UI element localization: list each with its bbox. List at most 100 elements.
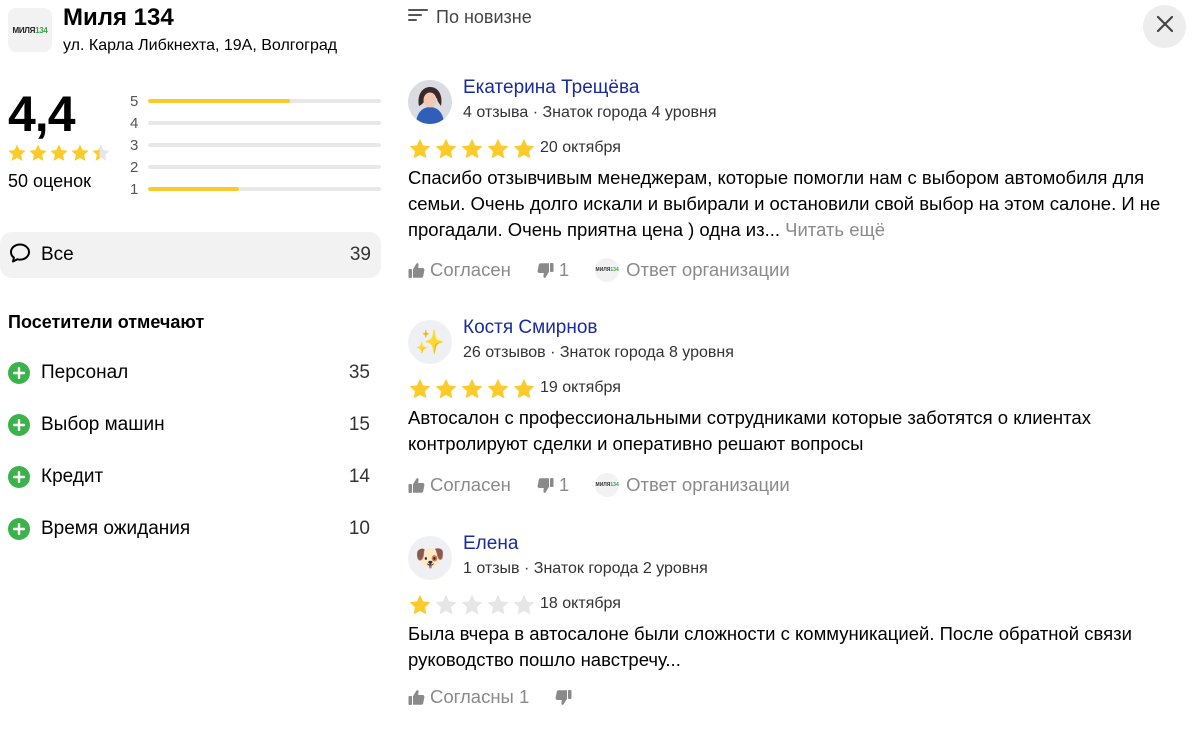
thumbs-down-icon: [555, 689, 572, 706]
org-name[interactable]: Миля 134: [63, 4, 174, 32]
org-answer-button[interactable]: МИЛЯ134 Ответ организации: [595, 258, 790, 282]
dislike-count: 1: [558, 474, 570, 495]
like-label: Согласен: [430, 259, 511, 280]
org-address: ул. Карла Либкнехта, 19А, Волгоград: [63, 37, 338, 54]
filter-all-button[interactable]: Все 39: [0, 232, 381, 278]
like-label: Согласны 1: [430, 686, 530, 707]
review-stars: [408, 377, 536, 401]
like-button[interactable]: Согласен: [408, 259, 511, 281]
star-icon: [409, 594, 431, 615]
review-actions: Согласны 1: [408, 685, 577, 709]
org-logo: МИЛЯ134: [8, 8, 52, 52]
aspect-label: Кредит: [41, 466, 104, 487]
aspect-count: 10: [348, 518, 370, 539]
rating-bar-track: [148, 187, 381, 191]
thumbs-up-icon: [408, 262, 425, 279]
review-actions: Согласен 1 МИЛЯ134 Ответ организации: [408, 473, 790, 497]
aspect-item-waiting-time[interactable]: Время ожидания 10: [8, 503, 370, 555]
rating-bar-label: 3: [130, 136, 139, 154]
rating-bar-label: 2: [130, 158, 139, 176]
star-icon: [29, 144, 47, 161]
star-icon: [513, 138, 535, 159]
rating-bar-label: 4: [130, 114, 139, 132]
thumbs-up-icon: [408, 477, 425, 494]
review-stars: [408, 593, 536, 617]
aspect-item-credit[interactable]: Кредит 14: [8, 451, 370, 503]
visitors-title: Посетители отмечают: [8, 312, 205, 332]
user-avatar[interactable]: ✨: [408, 320, 452, 364]
rating-value: 4,4: [8, 86, 76, 142]
aspect-label: Выбор машин: [41, 414, 165, 435]
filter-all-count: 39: [349, 244, 371, 265]
like-label: Согласен: [430, 474, 511, 495]
review-author-meta: 1 отзыв · Знаток города 2 уровня: [463, 560, 708, 577]
filter-all-label: Все: [41, 244, 74, 265]
rating-bar-row: 2: [130, 156, 382, 178]
org-mini-logo: МИЛЯ134: [595, 473, 620, 497]
rating-bar-track: [148, 165, 381, 169]
review-actions: Согласен 1 МИЛЯ134 Ответ организации: [408, 258, 790, 282]
review-card: Екатерина Трещёва 4 отзыва · Знаток горо…: [408, 77, 1188, 290]
aspect-count: 14: [348, 466, 370, 487]
thumbs-down-icon: [537, 477, 554, 494]
plus-circle-icon: [8, 518, 30, 540]
review-date: 19 октября: [540, 379, 621, 396]
like-button[interactable]: Согласны 1: [408, 686, 529, 708]
avatar-photo-icon: [408, 80, 452, 124]
aspect-item-car-choice[interactable]: Выбор машин 15: [8, 399, 370, 451]
thumbs-down-icon: [537, 262, 554, 279]
aspect-label: Персонал: [41, 362, 129, 383]
review-text: Автосалон с профессиональными сотрудника…: [408, 407, 1091, 454]
review-text: Спасибо отзывчивым менеджерам, которые п…: [408, 167, 1161, 240]
rating-bar-track: [148, 121, 381, 125]
review-text: Была вчера в автосалоне были сложности с…: [408, 623, 1132, 670]
sort-button[interactable]: По новизне: [408, 4, 532, 30]
rating-bar-row: 3: [130, 134, 382, 156]
close-button[interactable]: [1143, 5, 1186, 48]
review-stars: [408, 137, 536, 161]
dislike-button[interactable]: 1: [537, 474, 569, 496]
read-more-link[interactable]: Читать ещё: [785, 219, 885, 240]
aspect-item-personnel[interactable]: Персонал 35: [8, 347, 370, 399]
rating-bar-fill: [148, 99, 291, 103]
user-avatar[interactable]: 🐶: [408, 536, 452, 580]
rating-count: 50 оценок: [8, 171, 91, 191]
rating-bar-track: [148, 99, 381, 103]
star-icon: [487, 378, 509, 399]
dislike-button[interactable]: [555, 689, 577, 706]
aspect-count: 15: [348, 414, 370, 435]
review-author[interactable]: Екатерина Трещёва: [463, 77, 639, 99]
review-date: 20 октября: [540, 139, 621, 156]
star-icon: [409, 138, 431, 159]
star-icon: [92, 144, 110, 161]
sparkles-icon: ✨: [415, 328, 445, 356]
rating-bar-row: 5: [130, 90, 382, 112]
rating-distribution: 5 4 3 2 1: [130, 90, 382, 200]
star-icon: [487, 594, 509, 615]
plus-circle-icon: [8, 466, 30, 488]
aspect-list: Персонал 35 Выбор машин 15 Кредит 14 Вре…: [8, 347, 370, 555]
star-icon: [435, 378, 457, 399]
like-button[interactable]: Согласен: [408, 474, 511, 496]
dislike-button[interactable]: 1: [537, 259, 569, 281]
rating-bar-label: 1: [130, 180, 139, 198]
thumbs-up-icon: [408, 689, 425, 706]
review-author[interactable]: Елена: [463, 533, 518, 555]
star-icon: [50, 144, 68, 161]
org-mini-logo-text: МИЛЯ134: [595, 482, 619, 488]
review-author-meta: 4 отзыва · Знаток города 4 уровня: [463, 104, 717, 121]
review-card: 🐶 Елена 1 отзыв · Знаток города 2 уровня…: [408, 533, 1188, 726]
star-icon: [513, 378, 535, 399]
rating-bar-fill: [148, 187, 239, 191]
review-date: 18 октября: [540, 595, 621, 612]
review-author[interactable]: Костя Смирнов: [463, 317, 598, 339]
aspect-label: Время ожидания: [41, 518, 191, 539]
org-answer-label: Ответ организации: [626, 259, 790, 280]
review-card: ✨ Костя Смирнов 26 отзывов · Знаток горо…: [408, 317, 1188, 510]
aspect-count: 35: [348, 362, 370, 383]
org-answer-button[interactable]: МИЛЯ134 Ответ организации: [595, 473, 790, 497]
rating-bar-track: [148, 143, 381, 147]
org-logo-text: МИЛЯ134: [12, 25, 48, 35]
star-icon: [461, 594, 483, 615]
user-avatar[interactable]: [408, 80, 452, 124]
